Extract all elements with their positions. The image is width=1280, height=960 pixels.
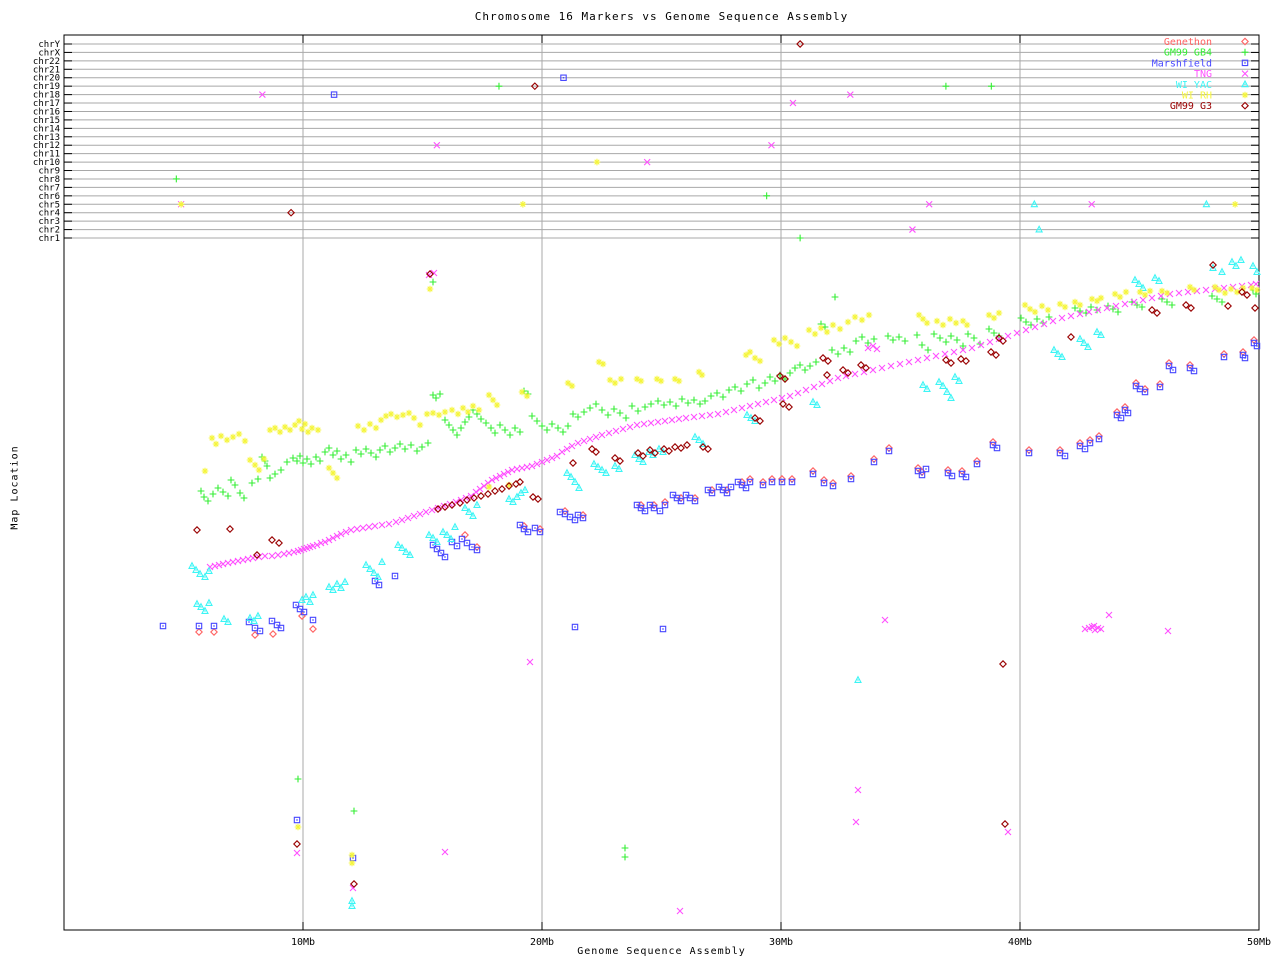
x-tick-label: 20Mb — [530, 937, 554, 948]
legend-label: TNG — [1194, 69, 1212, 80]
series-gm99-gb4 — [173, 83, 1259, 861]
legend-label: WI RH — [1182, 91, 1212, 102]
chromosome-row-label: chr1 — [38, 234, 60, 244]
legend-label: WI YAC — [1176, 80, 1212, 91]
series-tng — [178, 92, 1259, 914]
series-genethon — [196, 337, 1257, 638]
x-tick-label: 30Mb — [769, 937, 793, 948]
legend-label: GM99 GB4 — [1164, 48, 1212, 59]
x-tick-label: 10Mb — [291, 937, 315, 948]
legend-label: GM99 G3 — [1170, 101, 1212, 112]
series-gm99-g3 — [194, 41, 1258, 887]
legend: GenethonGM99 GB4MarshfieldTNGWI YACWI RH… — [1152, 37, 1249, 112]
series-marshfield — [160, 75, 1259, 861]
x-tick-label: 40Mb — [1008, 937, 1032, 948]
plot-border — [64, 35, 1259, 930]
x-tick-label: 50Mb — [1247, 937, 1271, 948]
scatter-plot-canvas: chrYchrXchr22chr21chr20chr19chr18chr17ch… — [0, 0, 1280, 960]
legend-label: Genethon — [1164, 37, 1212, 48]
series-wi-rh — [178, 159, 1260, 867]
chromosome-gridlines: chrYchrXchr22chr21chr20chr19chr18chr17ch… — [33, 40, 1259, 244]
series-wi-yac — [189, 201, 1260, 908]
legend-label: Marshfield — [1152, 58, 1212, 69]
x-gridlines-and-ticks: 10Mb 20Mb 30Mb 40Mb 50Mb — [291, 35, 1271, 948]
